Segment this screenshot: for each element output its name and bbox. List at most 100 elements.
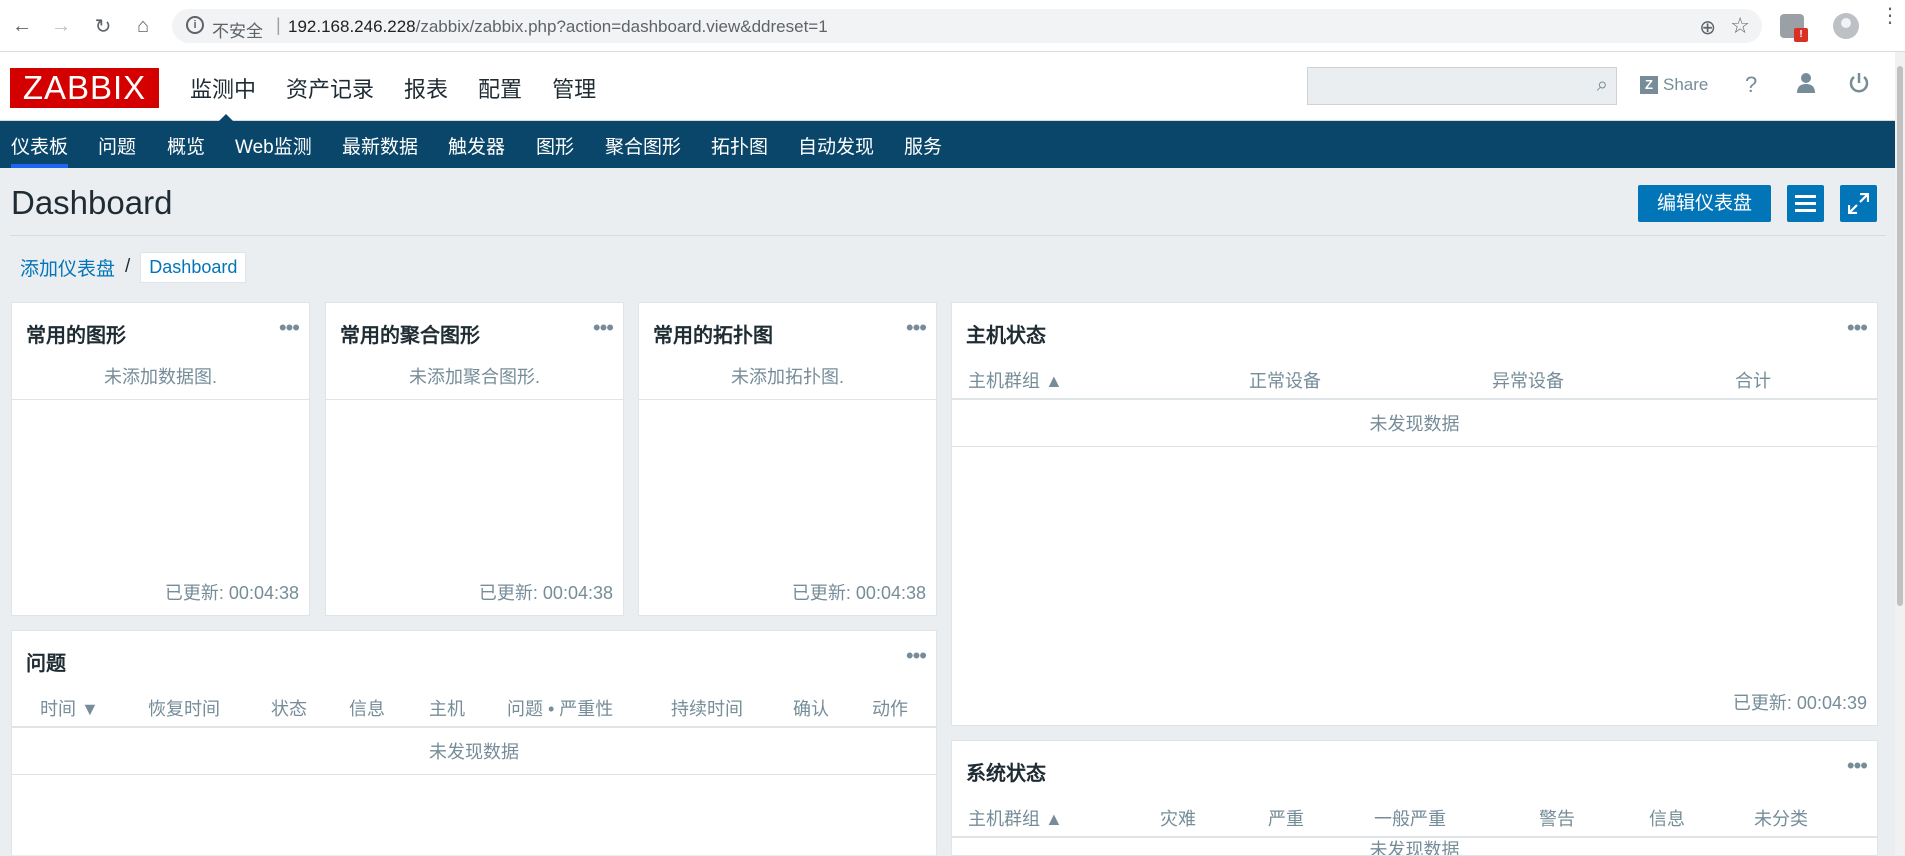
widget-empty-message: 未添加拓扑图. (639, 355, 936, 400)
widget-menu-icon[interactable]: ••• (906, 315, 927, 341)
widget-title: 问题 (26, 653, 66, 675)
widget-updated-time: 已更新: 00:04:39 (1732, 693, 1867, 713)
widget-title: 系统状态 (966, 763, 1046, 785)
no-data-message: 未发现数据 (952, 840, 1877, 856)
tab-triggers[interactable]: 触发器 (448, 132, 505, 159)
main-menu: 监测中 资产记录 报表 配置 管理 (190, 72, 626, 124)
column-ok: 正常设备 (1249, 371, 1321, 391)
table-header: 主机群组 ▲ 正常设备 异常设备 合计 (952, 355, 1877, 400)
back-icon[interactable]: ← (9, 13, 35, 39)
widget-title: 常用的拓扑图 (653, 325, 773, 347)
main-menu-inventory[interactable]: 资产记录 (286, 72, 374, 104)
widget-updated-time: 已更新: 00:04:38 (478, 583, 613, 603)
browser-menu-icon[interactable]: ⋮ (1880, 6, 1900, 26)
no-data-message: 未发现数据 (12, 730, 936, 775)
browser-toolbar: ← → ↻ ⌂ i 不安全 | 192.168.246.228/zabbix/z… (0, 0, 1905, 52)
widget-title: 常用的聚合图形 (340, 325, 480, 347)
widget-menu-icon[interactable]: ••• (1847, 315, 1868, 341)
main-menu-administration[interactable]: 管理 (552, 72, 596, 104)
url-text[interactable]: 192.168.246.228/zabbix/zabbix.php?action… (288, 17, 828, 37)
bookmark-star-icon[interactable]: ☆ (1730, 13, 1750, 39)
zoom-icon[interactable]: ⊕ (1699, 15, 1716, 40)
widget-empty-message: 未添加数据图. (12, 355, 309, 400)
tab-maps[interactable]: 拓扑图 (711, 132, 768, 159)
zabbix-share-icon: Z (1640, 76, 1658, 94)
breadcrumb-separator: / (125, 256, 131, 277)
column-host-group[interactable]: 主机群组 ▲ (968, 805, 1063, 831)
main-menu-reports[interactable]: 报表 (404, 72, 448, 104)
widget-system-status: 系统状态 ••• 主机群组 ▲ 灾难 严重 一般严重 警告 信息 未分类 未发现… (951, 740, 1878, 856)
page-scrollbar[interactable] (1895, 52, 1905, 855)
table-header: 时间 ▼ 恢复时间 状态 信息 主机 问题 • 严重性 持续时间 确认 动作 (12, 683, 936, 728)
home-icon[interactable]: ⌂ (130, 13, 156, 39)
header-divider (10, 235, 1886, 236)
search-input[interactable]: ⌕ (1307, 67, 1617, 105)
column-not-classified: 未分类 (1754, 809, 1808, 829)
insecure-label: 不安全 (212, 22, 263, 41)
column-time[interactable]: 时间 ▼ (40, 695, 99, 721)
widget-menu-icon[interactable]: ••• (1847, 753, 1868, 779)
tab-graphs[interactable]: 图形 (536, 132, 574, 159)
zabbix-logo[interactable]: ZABBIX (10, 68, 159, 108)
tab-screens[interactable]: 聚合图形 (605, 132, 681, 159)
tab-overview[interactable]: 概览 (167, 132, 205, 159)
url-host: 192.168.246.228 (288, 17, 416, 36)
column-actions: 动作 (872, 699, 908, 719)
column-host: 主机 (429, 699, 465, 719)
widget-problems: 问题 ••• 时间 ▼ 恢复时间 状态 信息 主机 问题 • 严重性 持续时间 … (11, 630, 937, 855)
column-problem-severity: 问题 • 严重性 (507, 699, 614, 719)
tab-dashboard[interactable]: 仪表板 (11, 132, 69, 168)
address-bar[interactable]: i 不安全 | 192.168.246.228/zabbix/zabbix.ph… (172, 9, 1762, 43)
search-icon[interactable]: ⌕ (1597, 74, 1608, 97)
main-menu-monitoring[interactable]: 监测中 (190, 72, 256, 124)
extension-icon[interactable]: ! (1780, 14, 1808, 42)
column-info: 信息 (349, 699, 385, 719)
tab-problems[interactable]: 问题 (98, 132, 136, 159)
page-title: Dashboard (11, 184, 173, 221)
help-icon[interactable]: ? (1745, 72, 1757, 98)
widget-menu-icon[interactable]: ••• (279, 315, 300, 341)
column-high: 严重 (1268, 809, 1304, 829)
tab-discovery[interactable]: 自动发现 (798, 132, 874, 159)
edit-dashboard-button[interactable]: 编辑仪表盘 (1638, 185, 1771, 222)
widget-menu-icon[interactable]: ••• (593, 315, 614, 341)
hamburger-icon (1795, 195, 1816, 198)
scrollbar-thumb[interactable] (1897, 66, 1903, 606)
column-warning: 警告 (1539, 809, 1575, 829)
widget-menu-icon[interactable]: ••• (906, 643, 927, 669)
tab-services[interactable]: 服务 (904, 132, 942, 159)
breadcrumb-add-dashboard[interactable]: 添加仪表盘 (20, 254, 115, 281)
forward-icon[interactable]: → (48, 13, 74, 39)
column-problem: 异常设备 (1492, 371, 1564, 391)
reload-icon[interactable]: ↻ (90, 13, 116, 39)
column-ack: 确认 (793, 699, 829, 719)
main-menu-configuration[interactable]: 配置 (478, 72, 522, 104)
widget-updated-time: 已更新: 00:04:38 (164, 583, 299, 603)
widget-updated-time: 已更新: 00:04:38 (791, 583, 926, 603)
fullscreen-button[interactable] (1840, 185, 1877, 222)
url-separator: | (276, 15, 281, 35)
widget-host-status: 主机状态 ••• 主机群组 ▲ 正常设备 异常设备 合计 未发现数据 已更新: … (951, 302, 1878, 726)
breadcrumb-dashboard[interactable]: Dashboard (140, 251, 247, 283)
no-data-message: 未发现数据 (952, 402, 1877, 447)
profile-avatar-icon[interactable] (1833, 13, 1859, 39)
share-button[interactable]: Z Share (1640, 75, 1708, 95)
tab-web[interactable]: Web监测 (235, 132, 312, 159)
table-header: 主机群组 ▲ 灾难 严重 一般严重 警告 信息 未分类 (952, 793, 1877, 838)
column-disaster: 灾难 (1160, 809, 1196, 829)
dashboard-actions-button[interactable] (1787, 185, 1824, 222)
column-host-group[interactable]: 主机群组 ▲ (968, 367, 1063, 393)
widget-title: 主机状态 (966, 325, 1046, 347)
breadcrumb: 添加仪表盘 / Dashboard (10, 250, 247, 284)
column-average: 一般严重 (1374, 809, 1446, 829)
info-icon[interactable]: i (186, 16, 204, 34)
widget-favourite-graphs: 常用的图形 ••• 未添加数据图. 已更新: 00:04:38 (11, 302, 310, 616)
column-recovery-time: 恢复时间 (148, 699, 220, 719)
column-status: 状态 (271, 699, 307, 719)
sign-out-icon[interactable] (1848, 72, 1870, 100)
share-label: Share (1663, 75, 1709, 94)
tab-latest-data[interactable]: 最新数据 (342, 132, 418, 159)
user-profile-icon[interactable] (1795, 72, 1817, 100)
url-path: /zabbix/zabbix.php?action=dashboard.view… (415, 17, 828, 36)
column-information: 信息 (1649, 809, 1685, 829)
